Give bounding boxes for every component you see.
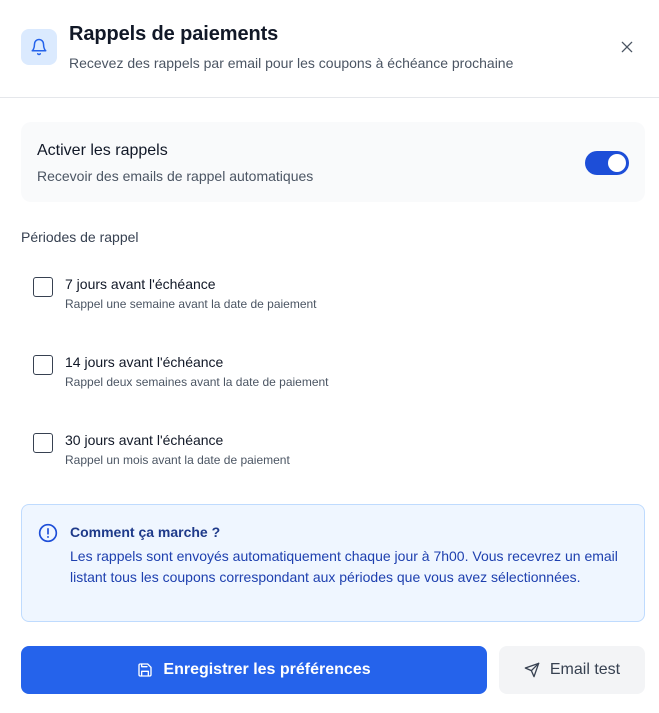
save-preferences-label: Enregistrer les préférences — [163, 661, 371, 678]
period-description: Rappel deux semaines avant la date de pa… — [65, 375, 329, 389]
dialog-title: Rappels de paiements — [69, 23, 279, 45]
periods-section-label: Périodes de rappel — [21, 229, 139, 245]
send-icon — [524, 662, 540, 678]
bell-icon — [31, 38, 47, 56]
enable-reminders-switch[interactable] — [585, 151, 629, 175]
period-item-14-days[interactable]: 14 jours avant l'échéance Rappel deux se… — [33, 354, 593, 398]
bell-icon-container — [21, 29, 57, 65]
period-item-7-days[interactable]: 7 jours avant l'échéance Rappel une sema… — [33, 276, 593, 320]
period-checkbox-7-days[interactable] — [33, 277, 53, 297]
close-icon — [621, 41, 633, 53]
dialog-subtitle: Recevez des rappels par email pour les c… — [69, 55, 514, 71]
info-title: Comment ça marche ? — [70, 524, 221, 540]
test-email-button[interactable]: Email test — [499, 646, 645, 694]
close-button[interactable] — [614, 34, 640, 60]
info-text: Les rappels sont envoyés automatiquement… — [70, 548, 618, 585]
enable-reminders-card: Activer les rappels Recevoir des emails … — [21, 122, 645, 202]
period-description: Rappel une semaine avant la date de paie… — [65, 297, 317, 311]
period-title: 14 jours avant l'échéance — [65, 354, 224, 370]
period-item-30-days[interactable]: 30 jours avant l'échéance Rappel un mois… — [33, 432, 593, 476]
period-title: 7 jours avant l'échéance — [65, 276, 216, 292]
info-icon — [38, 523, 58, 543]
period-checkbox-14-days[interactable] — [33, 355, 53, 375]
dialog-header: Rappels de paiements Recevez des rappels… — [0, 0, 659, 98]
save-preferences-button[interactable]: Enregistrer les préférences — [21, 646, 487, 694]
enable-reminders-title: Activer les rappels — [37, 142, 168, 159]
period-checkbox-30-days[interactable] — [33, 433, 53, 453]
save-icon — [138, 663, 153, 677]
how-it-works-info-box: Comment ça marche ? Les rappels sont env… — [21, 504, 645, 622]
test-email-label: Email test — [549, 661, 621, 678]
switch-knob — [608, 154, 626, 172]
enable-reminders-description: Recevoir des emails de rappel automatiqu… — [37, 168, 314, 184]
period-description: Rappel un mois avant la date de paiement — [65, 453, 290, 467]
period-title: 30 jours avant l'échéance — [65, 432, 224, 448]
